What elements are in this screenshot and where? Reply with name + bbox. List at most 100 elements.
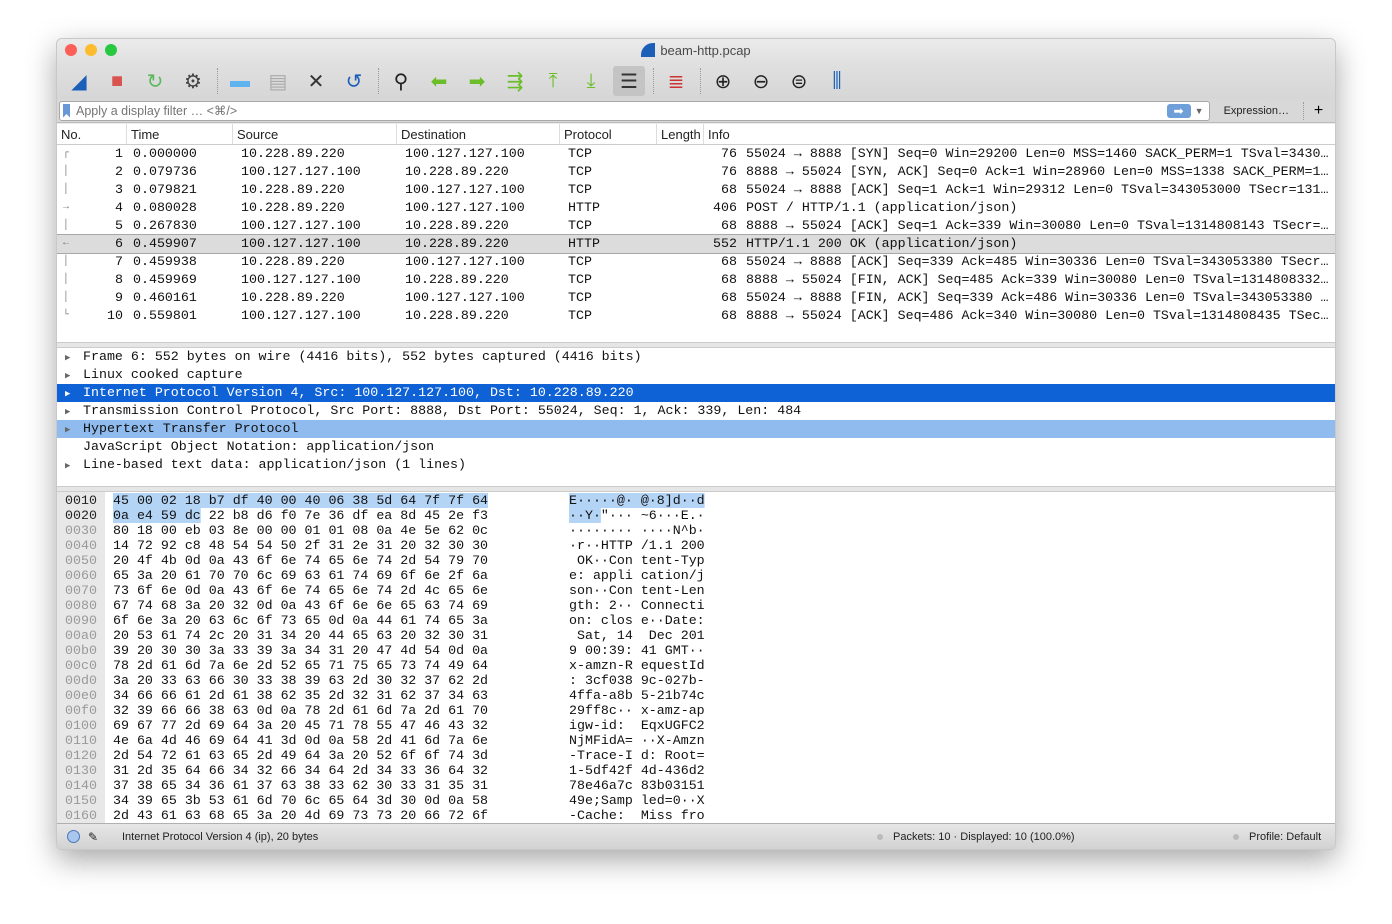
packet-row[interactable]: └ 10 0.559801 100.127.127.100 10.228.89.220 T… [57,307,1335,325]
colorize-button[interactable]: ≣ [660,66,692,96]
close-file-button[interactable]: ✕ [300,66,332,96]
hex-bytes[interactable]: 80 18 00 eb 03 8e 00 00 01 01 08 0a 4e 5… [113,523,529,538]
bookmark-icon[interactable] [63,103,70,118]
hex-bytes[interactable]: 20 4f 4b 0d 0a 43 6f 6e 74 65 6e 74 2d 5… [113,553,529,568]
expand-arrow-icon[interactable]: ▶ [65,457,83,475]
hex-row[interactable]: 3a 20 33 63 66 30 33 38 39 63 2d 30 32 3… [113,673,705,688]
ascii-bytes[interactable]: 78e46a7c 83b03151 [569,778,705,793]
ascii-bytes[interactable]: gth: 2·· Connecti [569,598,705,613]
detail-tree-item[interactable]: ▶ Frame 6: 552 bytes on wire (4416 bits),… [57,348,1335,366]
first-packet-button[interactable]: ⤒ [537,66,569,96]
apply-filter-button[interactable]: ➡ [1166,103,1191,118]
packet-row[interactable]: → 4 0.080028 10.228.89.220 100.127.127.100 HT… [57,199,1335,217]
stop-capture-button[interactable]: ■ [101,66,133,96]
display-filter-input[interactable] [76,103,1167,118]
resize-columns-button[interactable]: ⫼ [821,66,853,96]
hex-row[interactable]: 4e 6a 4d 46 69 64 41 3d 0d 0a 58 2d 41 6… [113,733,705,748]
ascii-bytes[interactable]: son··Con tent-Len [569,583,705,598]
ascii-bytes[interactable]: E·····@· @·8]d··d [569,493,705,508]
hex-bytes[interactable]: 37 38 65 34 36 61 37 63 38 33 62 30 33 3… [113,778,529,793]
hex-row[interactable]: 0a e4 59 dc 22 b8 d6 f0 7e 36 df ea 8d 4… [113,508,705,523]
hex-row[interactable]: 34 66 66 61 2d 61 38 62 35 2d 32 31 62 3… [113,688,705,703]
ascii-bytes[interactable]: ·r··HTTP /1.1 200 [569,538,705,553]
normal-size-button[interactable]: ⊜ [783,66,815,96]
ascii-bytes[interactable]: -Cache: Miss fro [569,808,705,823]
hex-row[interactable]: 2d 54 72 61 63 65 2d 49 64 3a 20 52 6f 6… [113,748,705,763]
ascii-bytes[interactable]: : 3cf038 9c-027b- [569,673,705,688]
hex-bytes[interactable]: 6f 6e 3a 20 63 6c 6f 73 65 0d 0a 44 61 7… [113,613,529,628]
expand-arrow-icon[interactable]: ▶ [65,367,83,385]
column-no[interactable]: No. [57,124,127,144]
filter-history-dropdown[interactable]: ▼ [1195,106,1209,116]
detail-tree-item[interactable]: ▶ Internet Protocol Version 4, Src: 100.1… [57,384,1335,402]
ascii-bytes[interactable]: 4ffa-a8b 5-21b74c [569,688,705,703]
open-file-button[interactable]: ▬ [224,66,256,96]
go-back-button[interactable]: ⬅ [423,66,455,96]
start-capture-button[interactable]: ◢ [63,66,95,96]
expert-info-icon[interactable] [67,830,80,843]
ascii-bytes[interactable]: on: clos e··Date: [569,613,705,628]
column-info[interactable]: Info [704,124,1335,144]
ascii-bytes[interactable]: e: appli cation/j [569,568,705,583]
hex-row[interactable]: 20 53 61 74 2c 20 31 34 20 44 65 63 20 3… [113,628,705,643]
expression-button[interactable]: Expression… [1224,105,1289,117]
detail-tree-item[interactable]: ▶ Line-based text data: application/json … [57,456,1335,474]
expand-arrow-icon[interactable]: ▶ [65,421,83,439]
detail-tree-item[interactable]: ▶ Hypertext Transfer Protocol [57,420,1335,438]
ascii-bytes[interactable]: 1-5df42f 4d-436d2 [569,763,705,778]
packet-row[interactable]: │ 2 0.079736 100.127.127.100 10.228.89.220 TC… [57,163,1335,181]
ascii-bytes[interactable]: NjMFidA= ··X-Amzn [569,733,705,748]
detail-tree-item[interactable]: ▶ Linux cooked capture [57,366,1335,384]
column-source[interactable]: Source [233,124,397,144]
hex-bytes[interactable]: 4e 6a 4d 46 69 64 41 3d 0d 0a 58 2d 41 6… [113,733,529,748]
hex-bytes[interactable]: 3a 20 33 63 66 30 33 38 39 63 2d 30 32 3… [113,673,529,688]
edit-comment-icon[interactable]: ✎ [88,830,100,844]
expand-arrow-icon[interactable]: ▶ [65,349,83,367]
expand-arrow-icon[interactable]: ▶ [65,385,83,403]
hex-row[interactable]: 80 18 00 eb 03 8e 00 00 01 01 08 0a 4e 5… [113,523,705,538]
hex-row[interactable]: 31 2d 35 64 66 34 32 66 34 64 2d 34 33 3… [113,763,705,778]
packet-row[interactable]: │ 8 0.459969 100.127.127.100 10.228.89.220 TC… [57,271,1335,289]
auto-scroll-button[interactable]: ☰ [613,66,645,96]
packet-row[interactable]: │ 5 0.267830 100.127.127.100 10.228.89.220 TC… [57,217,1335,235]
restart-capture-button[interactable]: ↻ [139,66,171,96]
hex-row[interactable]: 34 39 65 3b 53 61 6d 70 6c 65 64 3d 30 0… [113,793,705,808]
ascii-bytes[interactable]: igw-id: EqxUGFC2 [569,718,705,733]
ascii-bytes[interactable]: Sat, 14 Dec 201 [569,628,705,643]
go-to-packet-button[interactable]: ⇶ [499,66,531,96]
packet-row[interactable]: ┌ 1 0.000000 10.228.89.220 100.127.127.100 TC… [57,145,1335,163]
ascii-bytes[interactable]: x-amzn-R equestId [569,658,705,673]
hex-row[interactable]: 14 72 92 c8 48 54 54 50 2f 31 2e 31 20 3… [113,538,705,553]
status-profile[interactable]: Profile: Default [1249,831,1321,843]
packet-row[interactable]: │ 9 0.460161 10.228.89.220 100.127.127.100 TC… [57,289,1335,307]
hex-bytes[interactable]: 2d 54 72 61 63 65 2d 49 64 3a 20 52 6f 6… [113,748,529,763]
add-filter-button[interactable]: + [1303,101,1333,120]
hex-bytes[interactable]: 45 00 02 18 b7 df 40 00 40 06 38 5d 64 7… [113,493,529,508]
packet-row[interactable]: │ 3 0.079821 10.228.89.220 100.127.127.100 TC… [57,181,1335,199]
ascii-bytes[interactable]: -Trace-I d: Root= [569,748,705,763]
hex-row[interactable]: 6f 6e 3a 20 63 6c 6f 73 65 0d 0a 44 61 7… [113,613,705,628]
detail-tree-item[interactable]: ▶ Transmission Control Protocol, Src Port… [57,402,1335,420]
hex-bytes[interactable]: 65 3a 20 61 70 70 6c 69 63 61 74 69 6f 6… [113,568,529,583]
column-length[interactable]: Length [657,124,704,144]
packet-row[interactable]: ← 6 0.459907 100.127.127.100 10.228.89.220 HT… [57,234,1335,254]
reload-file-button[interactable]: ↺ [338,66,370,96]
hex-row[interactable]: 37 38 65 34 36 61 37 63 38 33 62 30 33 3… [113,778,705,793]
hex-row[interactable]: 45 00 02 18 b7 df 40 00 40 06 38 5d 64 7… [113,493,705,508]
hex-bytes[interactable]: 69 67 77 2d 69 64 3a 20 45 71 78 55 47 4… [113,718,529,733]
hex-bytes[interactable]: 39 20 30 30 3a 33 39 3a 34 31 20 47 4d 5… [113,643,529,658]
packet-row[interactable]: │ 7 0.459938 10.228.89.220 100.127.127.100 TC… [57,253,1335,271]
hex-row[interactable]: 65 3a 20 61 70 70 6c 69 63 61 74 69 6f 6… [113,568,705,583]
hex-row[interactable]: 73 6f 6e 0d 0a 43 6f 6e 74 65 6e 74 2d 4… [113,583,705,598]
ascii-bytes[interactable]: ··Y·"··· ~6···E.· [569,508,705,523]
hex-bytes[interactable]: 31 2d 35 64 66 34 32 66 34 64 2d 34 33 3… [113,763,529,778]
hex-row[interactable]: 20 4f 4b 0d 0a 43 6f 6e 74 65 6e 74 2d 5… [113,553,705,568]
column-protocol[interactable]: Protocol [560,124,657,144]
expand-arrow-icon[interactable]: ▶ [65,403,83,421]
hex-row[interactable]: 39 20 30 30 3a 33 39 3a 34 31 20 47 4d 5… [113,643,705,658]
ascii-bytes[interactable]: 29ff8c·· x-amz-ap [569,703,705,718]
find-packet-button[interactable]: ⚲ [385,66,417,96]
go-forward-button[interactable]: ➡ [461,66,493,96]
hex-bytes[interactable]: 73 6f 6e 0d 0a 43 6f 6e 74 65 6e 74 2d 4… [113,583,529,598]
detail-tree-item[interactable]: JavaScript Object Notation: application/… [57,438,1335,456]
